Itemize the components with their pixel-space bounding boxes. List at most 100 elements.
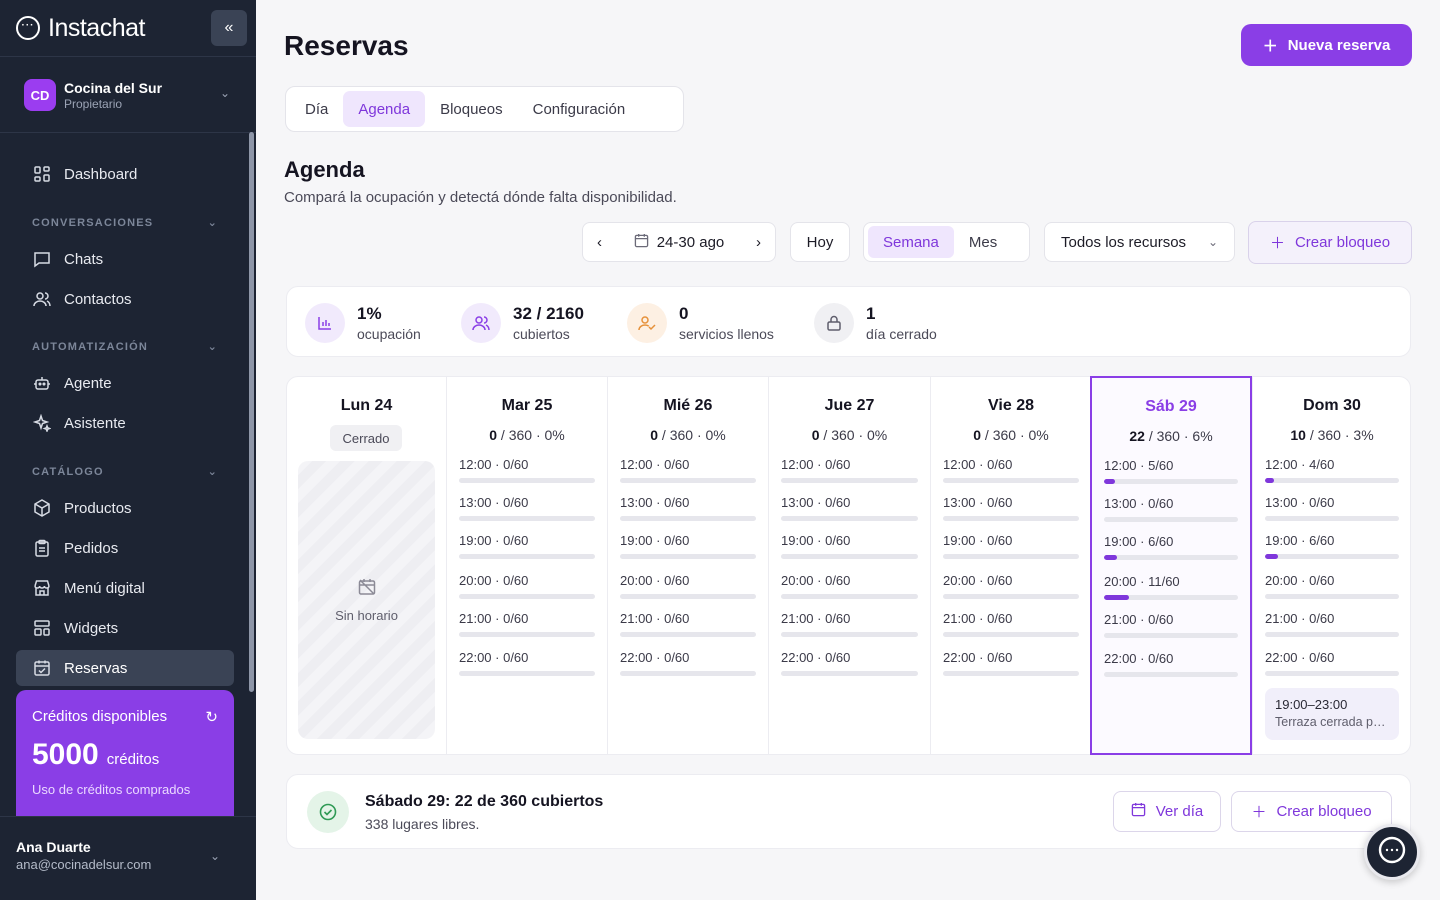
time-slot[interactable]: 12:00 · 0/60 xyxy=(943,457,1079,483)
section-automatizacion[interactable]: AUTOMATIZACIÓN ⌄ xyxy=(32,340,218,354)
capacity-label: / 360 · 0% xyxy=(981,427,1049,443)
time-slot[interactable]: 21:00 · 0/60 xyxy=(1265,611,1399,637)
sidebar-item-agente[interactable]: Agente xyxy=(16,365,234,401)
resources-value: Todos los recursos xyxy=(1061,233,1187,251)
section-catalogo[interactable]: CATÁLOGO ⌄ xyxy=(32,465,218,479)
user-email: ana@cocinadelsur.com xyxy=(16,857,152,872)
day-column[interactable]: Lun 24 Cerrado Sin horario xyxy=(287,377,446,754)
time-slot[interactable]: 20:00 · 0/60 xyxy=(459,573,595,599)
time-slot[interactable]: 22:00 · 0/60 xyxy=(781,650,918,676)
tab-configuracion[interactable]: Configuración xyxy=(518,91,641,127)
time-slot[interactable]: 12:00 · 0/60 xyxy=(620,457,756,483)
day-column[interactable]: Mar 25 0 / 360 · 0% 12:00 · 0/60 13:00 · 0/… xyxy=(446,377,607,754)
time-slot[interactable]: 19:00 · 0/60 xyxy=(781,533,918,559)
create-block-label: Crear bloqueo xyxy=(1294,234,1391,251)
time-slot[interactable]: 19:00 · 0/60 xyxy=(459,533,595,559)
time-slot[interactable]: 22:00 · 0/60 xyxy=(1265,650,1399,676)
view-day-button[interactable]: Ver día xyxy=(1113,791,1221,832)
resources-select[interactable]: Todos los recursos ⌄ xyxy=(1044,222,1235,262)
view-month[interactable]: Mes xyxy=(954,226,1012,258)
chevron-left-icon[interactable]: ‹ xyxy=(597,234,602,251)
time-slot[interactable]: 12:00 · 0/60 xyxy=(781,457,918,483)
time-slot[interactable]: 21:00 · 0/60 xyxy=(781,611,918,637)
time-slot[interactable]: 22:00 · 0/60 xyxy=(1104,651,1238,677)
org-switcher[interactable]: CD Cocina del Sur Propietario ⌄ xyxy=(24,78,238,112)
time-slot[interactable]: 20:00 · 0/60 xyxy=(1265,573,1399,599)
time-slot[interactable]: 22:00 · 0/60 xyxy=(620,650,756,676)
time-slot[interactable]: 12:00 · 5/60 xyxy=(1104,458,1238,484)
day-column[interactable]: Sáb 29 22 / 360 · 6% 12:00 · 5/60 13:00 · 0… xyxy=(1090,376,1252,755)
time-slot[interactable]: 20:00 · 0/60 xyxy=(943,573,1079,599)
sidebar-item-dashboard[interactable]: Dashboard xyxy=(16,156,234,192)
section-conversaciones[interactable]: CONVERSACIONES ⌄ xyxy=(32,216,218,230)
day-column[interactable]: Mié 26 0 / 360 · 0% 12:00 · 0/60 13:00 · 0/… xyxy=(607,377,768,754)
slot-label: 20:00 · 0/60 xyxy=(781,573,851,588)
time-slot[interactable]: 19:00 · 0/60 xyxy=(943,533,1079,559)
summary-title: Sábado 29: 22 de 360 cubiertos xyxy=(365,793,604,810)
tab-agenda[interactable]: Agenda xyxy=(343,91,426,127)
time-slot[interactable]: 12:00 · 0/60 xyxy=(459,457,595,483)
stats-bar: 1% ocupación 32 / 2160 cubiertos 0 servi… xyxy=(286,286,1411,357)
block-chip[interactable]: 19:00–23:00 Terraza cerrada por evento xyxy=(1265,688,1399,740)
time-slot[interactable]: 21:00 · 0/60 xyxy=(620,611,756,637)
time-slot[interactable]: 21:00 · 0/60 xyxy=(459,611,595,637)
time-slot[interactable]: 13:00 · 0/60 xyxy=(459,495,595,521)
date-range-label[interactable]: 24-30 ago xyxy=(657,234,725,251)
user-menu[interactable]: Ana Duarte ana@cocinadelsur.com ⌄ xyxy=(0,816,256,900)
org-role: Propietario xyxy=(64,96,123,111)
today-button[interactable]: Hoy xyxy=(790,222,850,262)
chevron-right-icon[interactable]: › xyxy=(756,234,761,251)
chat-widget-button[interactable] xyxy=(1364,824,1420,880)
time-slot[interactable]: 22:00 · 0/60 xyxy=(943,650,1079,676)
time-slot[interactable]: 13:00 · 0/60 xyxy=(943,495,1079,521)
divider xyxy=(0,56,256,57)
calendar-off-icon xyxy=(357,577,377,600)
brand[interactable]: ··· Instachat xyxy=(16,12,145,44)
sidebar-item-widgets[interactable]: Widgets xyxy=(16,610,234,646)
slot-progress xyxy=(781,478,918,483)
grid-icon xyxy=(32,164,52,184)
sidebar-item-productos[interactable]: Productos xyxy=(16,490,234,526)
day-name: Dom 30 xyxy=(1303,397,1361,414)
time-slot[interactable]: 21:00 · 0/60 xyxy=(943,611,1079,637)
sidebar-item-asistente[interactable]: Asistente xyxy=(16,405,234,441)
sidebar-item-label: Contactos xyxy=(64,290,132,308)
slot-label: 20:00 · 0/60 xyxy=(459,573,529,588)
time-slot[interactable]: 13:00 · 0/60 xyxy=(620,495,756,521)
tab-bloqueos[interactable]: Bloqueos xyxy=(425,91,518,127)
time-slot[interactable]: 19:00 · 6/60 xyxy=(1265,533,1399,559)
time-slot[interactable]: 19:00 · 6/60 xyxy=(1104,534,1238,560)
time-slot[interactable]: 13:00 · 0/60 xyxy=(781,495,918,521)
sidebar-scrollbar[interactable] xyxy=(249,132,254,692)
time-slot[interactable]: 13:00 · 0/60 xyxy=(1265,495,1399,521)
new-reservation-button[interactable]: ＋ Nueva reserva xyxy=(1241,24,1412,66)
slot-label: 12:00 · 4/60 xyxy=(1265,457,1335,472)
sidebar-item-reservas[interactable]: Reservas xyxy=(16,650,234,686)
sidebar-item-contactos[interactable]: Contactos xyxy=(16,281,234,317)
sidebar-item-pedidos[interactable]: Pedidos xyxy=(16,530,234,566)
refresh-icon[interactable]: ↻ xyxy=(205,708,218,726)
tab-dia[interactable]: Día xyxy=(290,91,343,127)
view-toggle: Semana Mes xyxy=(863,222,1030,262)
sidebar-item-chats[interactable]: Chats xyxy=(16,241,234,277)
time-slot[interactable]: 20:00 · 11/60 xyxy=(1104,574,1238,600)
collapse-sidebar-button[interactable]: « xyxy=(211,10,247,46)
time-slot[interactable]: 21:00 · 0/60 xyxy=(1104,612,1238,638)
day-column[interactable]: Jue 27 0 / 360 · 0% 12:00 · 0/60 13:00 · 0/… xyxy=(768,377,930,754)
time-slot[interactable]: 13:00 · 0/60 xyxy=(1104,496,1238,522)
sidebar-item-label: Agente xyxy=(64,374,112,392)
slot-progress xyxy=(1265,478,1399,483)
sidebar-item-menu-digital[interactable]: Menú digital xyxy=(16,570,234,606)
view-week[interactable]: Semana xyxy=(868,226,954,258)
time-slot[interactable]: 22:00 · 0/60 xyxy=(459,650,595,676)
day-column[interactable]: Vie 28 0 / 360 · 0% 12:00 · 0/60 13:00 · 0/… xyxy=(930,377,1091,754)
slot-label: 13:00 · 0/60 xyxy=(781,495,851,510)
time-slot[interactable]: 20:00 · 0/60 xyxy=(781,573,918,599)
time-slot[interactable]: 20:00 · 0/60 xyxy=(620,573,756,599)
day-column[interactable]: Dom 30 10 / 360 · 3% 12:00 · 4/60 13:00 · 0… xyxy=(1252,377,1411,754)
create-block-button[interactable]: ＋ Crear bloqueo xyxy=(1248,221,1412,264)
time-slot[interactable]: 19:00 · 0/60 xyxy=(620,533,756,559)
time-slot[interactable]: 12:00 · 4/60 xyxy=(1265,457,1399,483)
create-block-button-summary[interactable]: ＋ Crear bloqueo xyxy=(1231,791,1392,832)
bot-icon xyxy=(32,373,52,393)
